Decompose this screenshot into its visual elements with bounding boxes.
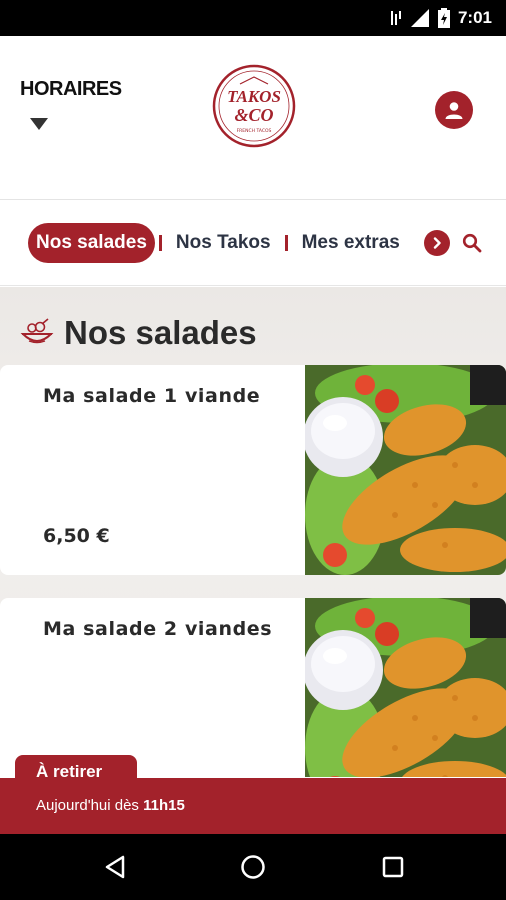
tab-mes-extras[interactable]: Mes extras bbox=[292, 223, 410, 263]
product-price: 6,50 € bbox=[43, 525, 110, 547]
pickup-text: Aujourd'hui dès bbox=[36, 797, 139, 814]
scroll-tabs-button[interactable] bbox=[424, 230, 450, 256]
recents-square-icon bbox=[382, 856, 404, 878]
home-circle-icon bbox=[241, 855, 265, 879]
product-photo bbox=[305, 598, 506, 777]
product-card[interactable]: Ma salade 2 viandes bbox=[0, 598, 506, 777]
tab-nos-takos[interactable]: Nos Takos bbox=[166, 223, 281, 263]
status-bar: 7:01 bbox=[0, 0, 506, 36]
home-button[interactable] bbox=[236, 850, 270, 884]
back-button[interactable] bbox=[98, 850, 132, 884]
logo-line1: TAKOS bbox=[227, 87, 281, 106]
product-name: Ma salade 2 viandes bbox=[43, 618, 273, 640]
category-tabs: Nos salades Nos Takos Mes extras bbox=[28, 222, 448, 264]
recents-button[interactable] bbox=[376, 850, 410, 884]
app-header: HORAIRES TAKOS &CO FRENCH TACOS bbox=[0, 36, 506, 200]
tab-separator bbox=[158, 235, 162, 251]
status-icons: 7:01 bbox=[390, 0, 492, 36]
schedule-label: HORAIRES bbox=[20, 78, 122, 100]
search-icon[interactable] bbox=[462, 233, 482, 253]
account-button[interactable] bbox=[435, 91, 473, 129]
chevron-right-icon bbox=[433, 237, 441, 249]
category-nav: Nos salades Nos Takos Mes extras bbox=[0, 200, 506, 286]
signal-icon bbox=[410, 9, 429, 27]
section-title: Nos salades bbox=[64, 314, 257, 351]
system-nav-bar bbox=[0, 834, 506, 900]
section-header: Nos salades bbox=[20, 311, 257, 355]
product-photo bbox=[305, 365, 506, 575]
pickup-time: 11h15 bbox=[143, 797, 185, 814]
tab-nos-salades[interactable]: Nos salades bbox=[28, 223, 155, 263]
salad-bowl-icon bbox=[20, 318, 54, 344]
schedule-dropdown[interactable]: HORAIRES bbox=[20, 78, 122, 138]
caret-down-icon bbox=[30, 118, 48, 130]
pickup-banner[interactable]: Aujourd'hui dès 11h15 bbox=[0, 778, 506, 834]
logo-line2: &CO bbox=[234, 105, 273, 125]
back-triangle-icon bbox=[105, 855, 125, 879]
product-list: Nos salades Ma salade 1 viande 6,50 € Ma… bbox=[0, 287, 506, 777]
tab-separator bbox=[284, 235, 288, 251]
logo-tagline: FRENCH TACOS bbox=[237, 128, 272, 134]
pickup-time-line: Aujourd'hui dès 11h15 bbox=[36, 797, 185, 814]
brand-logo[interactable]: TAKOS &CO FRENCH TACOS bbox=[212, 64, 296, 148]
product-card[interactable]: Ma salade 1 viande 6,50 € bbox=[0, 365, 506, 575]
clock: 7:01 bbox=[457, 8, 492, 27]
notification-icon bbox=[390, 11, 401, 25]
user-icon bbox=[445, 102, 463, 119]
product-name: Ma salade 1 viande bbox=[43, 385, 261, 407]
battery-icon bbox=[437, 8, 450, 28]
